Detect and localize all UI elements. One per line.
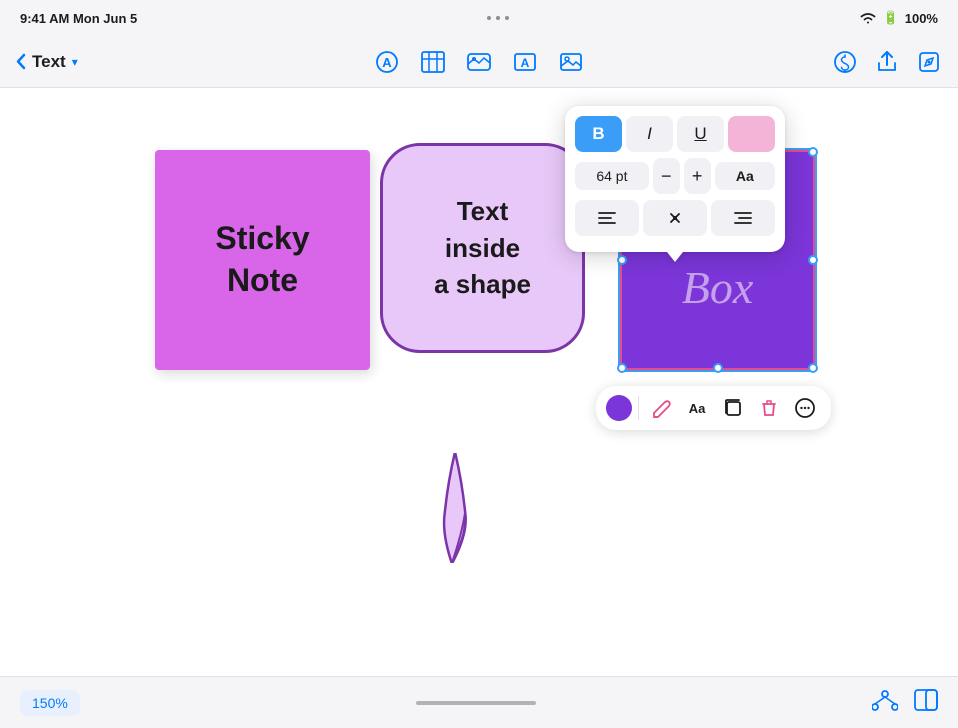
element-color-swatch[interactable]: [606, 395, 632, 421]
handle-bottom-left[interactable]: [617, 363, 627, 373]
back-chevron-icon: [16, 53, 26, 70]
svg-text:A: A: [382, 55, 392, 70]
increase-size-button[interactable]: +: [684, 158, 711, 194]
status-time: 9:41 AM Mon Jun 5: [20, 11, 137, 26]
bottom-bar: 150%: [0, 676, 958, 728]
speech-bubble-text: Textinsidea shape: [434, 193, 531, 302]
battery-level: 100%: [905, 11, 938, 26]
image-icon[interactable]: [558, 49, 584, 75]
bottom-right-icons: [872, 689, 938, 717]
handle-top-right[interactable]: [808, 147, 818, 157]
handle-middle-right[interactable]: [808, 255, 818, 265]
media-icon[interactable]: [466, 49, 492, 75]
decrease-size-button[interactable]: −: [653, 158, 680, 194]
toolbar: Text ▾ A: [0, 36, 958, 88]
context-toolbar: Aa: [596, 386, 831, 430]
toolbar-center: A A: [254, 49, 705, 75]
page-title: Text: [32, 52, 66, 72]
format-popup: B I U 64 pt − + Aa: [565, 106, 785, 252]
duplicate-button[interactable]: [717, 392, 749, 424]
color-picker-button[interactable]: [728, 116, 775, 152]
share-icon[interactable]: [874, 49, 900, 75]
edit-icon[interactable]: [916, 49, 942, 75]
wifi-icon: [859, 11, 877, 25]
toolbar-left: Text ▾: [16, 52, 242, 72]
align-right-button[interactable]: [711, 200, 775, 236]
view-icon[interactable]: [914, 689, 938, 717]
table-icon[interactable]: [420, 49, 446, 75]
status-center: [487, 16, 509, 20]
italic-button[interactable]: I: [626, 116, 673, 152]
popup-arrow: [667, 252, 683, 262]
format-row-style: B I U: [575, 116, 775, 152]
handle-middle-left[interactable]: [617, 255, 627, 265]
speech-bubble-tail: [440, 453, 470, 563]
delete-button[interactable]: [753, 392, 785, 424]
status-icons: 🔋 100%: [859, 10, 938, 26]
font-button[interactable]: Aa: [681, 392, 713, 424]
back-button[interactable]: [16, 53, 26, 70]
underline-button[interactable]: U: [677, 116, 724, 152]
bold-button[interactable]: B: [575, 116, 622, 152]
speech-bubble[interactable]: Textinsidea shape: [380, 143, 585, 353]
handle-bottom-right[interactable]: [808, 363, 818, 373]
annotation-icon[interactable]: A: [374, 49, 400, 75]
format-row-size: 64 pt − + Aa: [575, 158, 775, 194]
font-size-display: 64 pt: [575, 162, 649, 190]
handle-bottom-middle[interactable]: [713, 363, 723, 373]
align-left-button[interactable]: [575, 200, 639, 236]
connections-icon[interactable]: [872, 689, 898, 717]
title-dropdown-arrow[interactable]: ▾: [72, 55, 78, 69]
sticky-note[interactable]: StickyNote: [155, 150, 370, 370]
toolbar-right: [717, 49, 943, 75]
zoom-level[interactable]: 150%: [20, 690, 80, 716]
font-picker-button[interactable]: Aa: [715, 162, 775, 190]
divider: [638, 396, 639, 420]
sticky-note-text: StickyNote: [215, 218, 309, 301]
svg-text:A: A: [521, 56, 530, 70]
textbox-icon[interactable]: A: [512, 49, 538, 75]
stroke-color-button[interactable]: [645, 392, 677, 424]
canvas[interactable]: StickyNote Textinsidea shape TextBox B: [0, 88, 958, 676]
battery-icon: 🔋: [883, 10, 899, 26]
status-bar: 9:41 AM Mon Jun 5 🔋 100%: [0, 0, 958, 36]
home-indicator: [416, 701, 536, 705]
more-options-button[interactable]: [789, 392, 821, 424]
collaborate-icon[interactable]: [832, 49, 858, 75]
format-row-align: [575, 200, 775, 236]
align-center-button[interactable]: [643, 200, 707, 236]
